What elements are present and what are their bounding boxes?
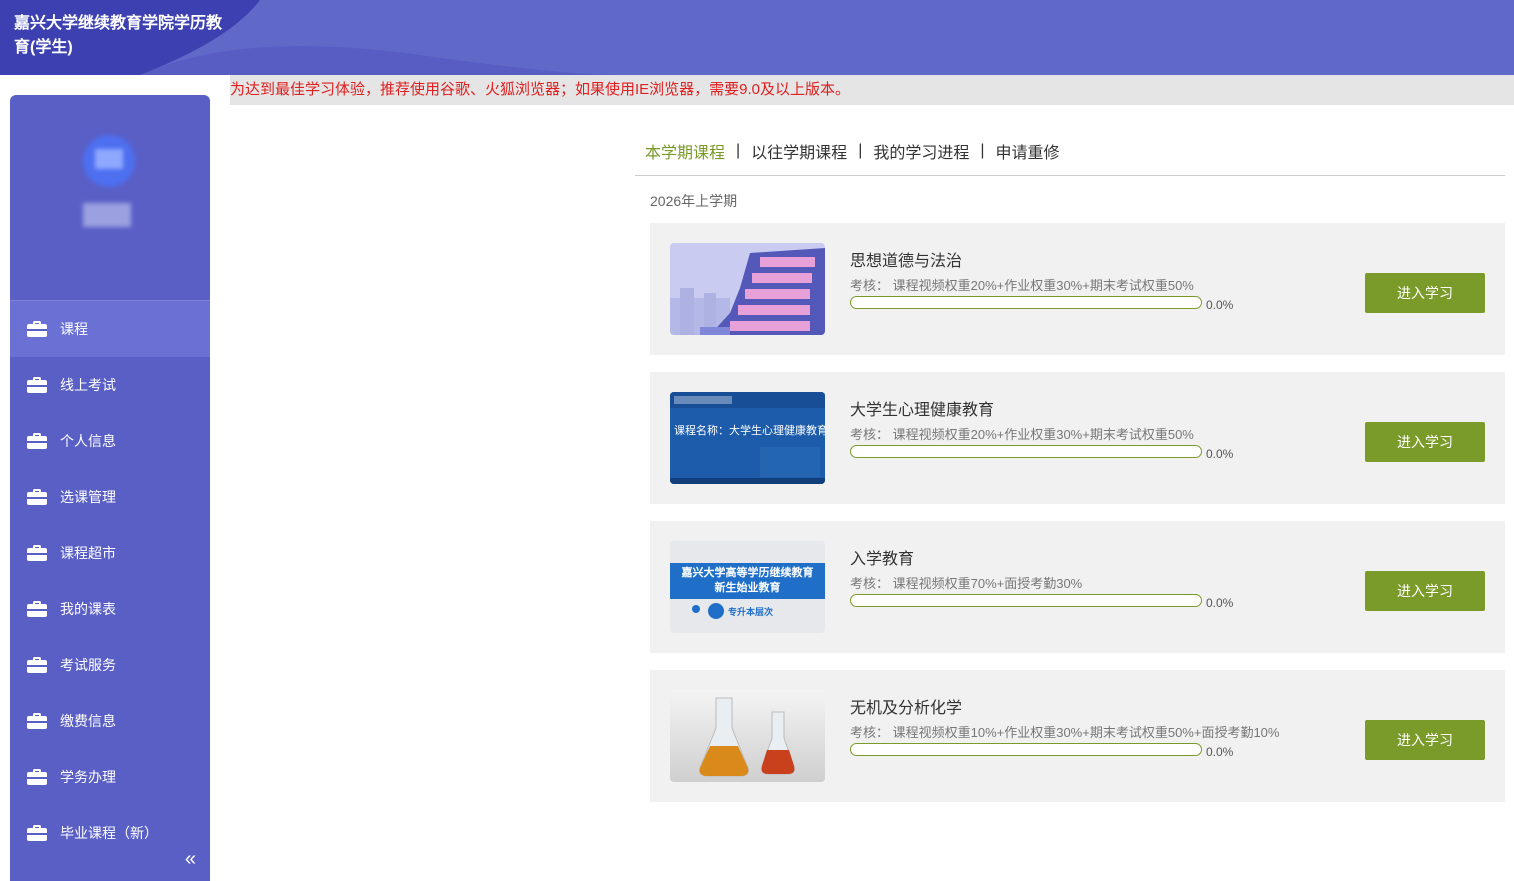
thumbnail-title: 嘉兴大学高等学历继续教育 bbox=[681, 567, 814, 579]
course-thumbnail[interactable]: 嘉兴大学高等学历继续教育 新生始业教育 专升本层次 bbox=[670, 541, 825, 633]
sidebar-item-label: 课程 bbox=[60, 321, 88, 337]
course-assessment: 考核： 课程视频权重20%+作业权重30%+期末考试权重50% bbox=[850, 427, 1194, 442]
sidebar-item-label: 毕业课程（新） bbox=[60, 825, 158, 841]
sidebar-item-label: 缴费信息 bbox=[60, 713, 116, 729]
progress-bar bbox=[850, 743, 1202, 756]
sidebar-item-label: 选课管理 bbox=[60, 489, 116, 505]
course-title: 无机及分析化学 bbox=[850, 700, 963, 717]
sidebar-item-graduation-course[interactable]: 毕业课程（新） bbox=[10, 805, 210, 861]
avatar[interactable] bbox=[83, 135, 135, 187]
course-assessment: 考核： 课程视频权重70%+面授考勤30% bbox=[850, 576, 1083, 591]
progress-bar bbox=[850, 296, 1202, 309]
briefcase-icon bbox=[27, 657, 47, 673]
sidebar-item-course-selection[interactable]: 选课管理 bbox=[10, 469, 210, 525]
app-title: 嘉兴大学继续教育学院学历教育(学生) bbox=[14, 15, 223, 56]
username-blurred bbox=[83, 203, 131, 227]
sidebar-item-label: 线上考试 bbox=[60, 377, 116, 393]
sidebar-item-online-exam[interactable]: 线上考试 bbox=[10, 357, 210, 413]
tab-apply-retake[interactable]: 申请重修 bbox=[996, 139, 1060, 163]
enter-study-button[interactable]: 进入学习 bbox=[1365, 720, 1485, 760]
thumbnail-subtitle: 新生始业教育 bbox=[714, 582, 781, 594]
sidebar-item-academic-affairs[interactable]: 学务办理 bbox=[10, 749, 210, 805]
briefcase-icon bbox=[27, 545, 47, 561]
sidebar: 课程 线上考试 个人信息 选课管理 课程超市 我的课表 考试服务 缴费信息 学务… bbox=[10, 95, 210, 881]
progress-text: 0.0% bbox=[1206, 745, 1234, 759]
course-card: 嘉兴大学高等学历继续教育 新生始业教育 专升本层次 入学教育 考核： 课程视频权… bbox=[650, 521, 1505, 653]
sidebar-menu: 课程 线上考试 个人信息 选课管理 课程超市 我的课表 考试服务 缴费信息 学务… bbox=[10, 301, 210, 861]
course-thumbnail[interactable] bbox=[670, 690, 825, 782]
progress-text: 0.0% bbox=[1206, 447, 1234, 461]
briefcase-icon bbox=[27, 713, 47, 729]
briefcase-icon bbox=[27, 825, 47, 841]
progress-text: 0.0% bbox=[1206, 298, 1234, 312]
tab-learning-progress[interactable]: 我的学习进程 bbox=[873, 139, 969, 163]
progress-bar bbox=[850, 594, 1202, 607]
sidebar-item-course-market[interactable]: 课程超市 bbox=[10, 525, 210, 581]
enter-study-button[interactable]: 进入学习 bbox=[1365, 571, 1485, 611]
tab-current-semester[interactable]: 本学期课程 bbox=[645, 139, 725, 163]
course-tabs: 本学期课程 | 以往学期课程 | 我的学习进程 | 申请重修 bbox=[645, 139, 1060, 163]
briefcase-icon bbox=[27, 489, 47, 505]
progress-bar bbox=[850, 445, 1202, 458]
briefcase-icon bbox=[27, 377, 47, 393]
enter-study-button[interactable]: 进入学习 bbox=[1365, 422, 1485, 462]
progress-text: 0.0% bbox=[1206, 596, 1234, 610]
briefcase-icon bbox=[27, 601, 47, 617]
course-assessment: 考核： 课程视频权重10%+作业权重30%+期末考试权重50%+面授考勤10% bbox=[850, 725, 1280, 740]
tab-separator: | bbox=[736, 142, 741, 159]
user-profile bbox=[10, 95, 210, 301]
course-thumbnail[interactable]: 课程名称：大学生心理健康教育 bbox=[670, 392, 825, 484]
course-assessment: 考核： 课程视频权重20%+作业权重30%+期末考试权重50% bbox=[850, 278, 1194, 293]
semester-label: 2026年上学期 bbox=[650, 193, 738, 209]
briefcase-icon bbox=[27, 769, 47, 785]
thumbnail-course-name: 课程名称：大学生心理健康教育 bbox=[674, 424, 825, 437]
course-title: 大学生心理健康教育 bbox=[850, 402, 995, 419]
collapse-sidebar-icon[interactable]: « bbox=[185, 848, 196, 871]
sidebar-item-personal-info[interactable]: 个人信息 bbox=[10, 413, 210, 469]
course-title: 入学教育 bbox=[850, 551, 915, 568]
course-card: 课程名称：大学生心理健康教育 大学生心理健康教育 考核： 课程视频权重20%+作… bbox=[650, 372, 1505, 504]
thumbnail-tag: 专升本层次 bbox=[728, 607, 774, 617]
course-card: 无机及分析化学 考核： 课程视频权重10%+作业权重30%+期末考试权重50%+… bbox=[650, 670, 1505, 802]
sidebar-item-exam-service[interactable]: 考试服务 bbox=[10, 637, 210, 693]
sidebar-item-label: 考试服务 bbox=[60, 657, 116, 673]
sidebar-item-label: 我的课表 bbox=[60, 601, 116, 617]
browser-notice: 为达到最佳学习体验，推荐使用谷歌、火狐浏览器；如果使用IE浏览器，需要9.0及以… bbox=[230, 75, 1514, 105]
briefcase-icon bbox=[27, 321, 47, 337]
course-title: 思想道德与法治 bbox=[850, 253, 963, 270]
sidebar-item-label: 学务办理 bbox=[60, 769, 116, 785]
sidebar-item-my-schedule[interactable]: 我的课表 bbox=[10, 581, 210, 637]
tabs-divider bbox=[635, 175, 1505, 176]
enter-study-button[interactable]: 进入学习 bbox=[1365, 273, 1485, 313]
briefcase-icon bbox=[27, 433, 47, 449]
course-card: 思想道德与法治 考核： 课程视频权重20%+作业权重30%+期末考试权重50% … bbox=[650, 223, 1505, 355]
sidebar-item-label: 个人信息 bbox=[60, 433, 116, 449]
course-thumbnail[interactable] bbox=[670, 243, 825, 335]
app-header: 嘉兴大学继续教育学院学历教育(学生) bbox=[0, 0, 1514, 75]
tab-separator: | bbox=[858, 142, 863, 159]
sidebar-item-label: 课程超市 bbox=[60, 545, 116, 561]
sidebar-item-course[interactable]: 课程 bbox=[10, 301, 210, 357]
tab-past-semesters[interactable]: 以往学期课程 bbox=[751, 139, 847, 163]
sidebar-item-payment-info[interactable]: 缴费信息 bbox=[10, 693, 210, 749]
tab-separator: | bbox=[980, 142, 985, 159]
